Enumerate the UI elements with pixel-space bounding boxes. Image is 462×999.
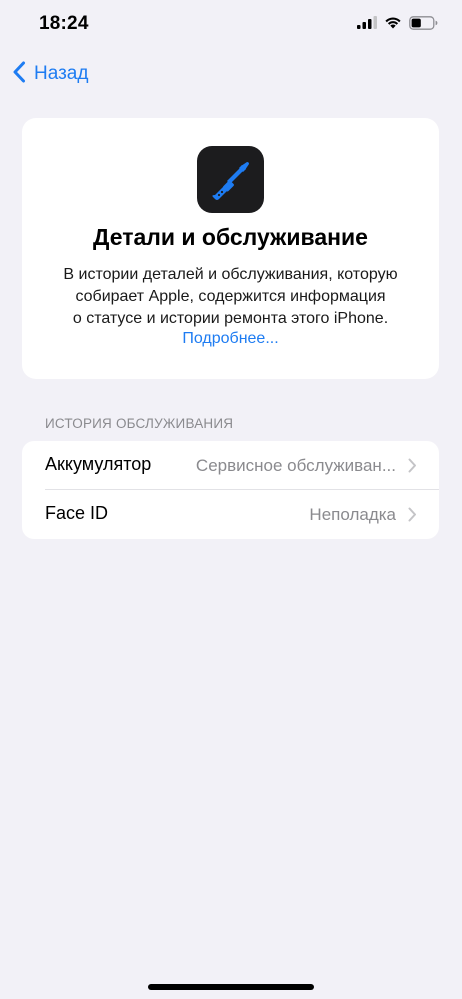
- card-description: В истории деталей и обслуживания, котору…: [40, 264, 421, 330]
- card-description-line: о статусе и истории ремонта этого iPhone…: [72, 310, 389, 327]
- row-label: Аккумулятор: [45, 454, 152, 474]
- back-button-label: Назад: [34, 63, 89, 84]
- learn-more-link[interactable]: Подробнее...: [22, 330, 439, 348]
- card-title: Детали и обслуживание: [93, 224, 368, 250]
- status-icons: [357, 15, 438, 35]
- status-bar: 18:24: [0, 0, 462, 50]
- cellular-signal-icon: [357, 16, 377, 34]
- row-value: Неполадка: [309, 505, 396, 524]
- service-history-list: Аккумулятор Сервисное обслуживан... Face…: [22, 441, 439, 539]
- card-description-line: В истории деталей и обслуживания, котору…: [63, 266, 398, 283]
- home-indicator[interactable]: [148, 984, 314, 990]
- service-history-header: ИСТОРИЯ ОБСЛУЖИВАНИЯ: [45, 416, 234, 431]
- battery-fill: [411, 18, 421, 27]
- parts-service-info-card: Детали и обслуживание В истории деталей …: [22, 118, 439, 379]
- screwdriver-icon: [197, 146, 264, 213]
- battery-icon: [409, 15, 438, 35]
- chevron-left-icon: [12, 61, 26, 88]
- chevron-right-icon: [408, 507, 417, 527]
- back-button[interactable]: Назад: [12, 60, 88, 88]
- chevron-right-icon: [408, 458, 417, 478]
- service-row-battery[interactable]: Аккумулятор Сервисное обслуживан...: [22, 441, 439, 490]
- row-label: Face ID: [45, 503, 109, 523]
- wifi-icon: [384, 16, 402, 34]
- status-time: 18:24: [39, 13, 89, 34]
- card-description-line: собирает Apple, содержится информация: [75, 288, 386, 305]
- row-value: Сервисное обслуживан...: [195, 456, 396, 475]
- service-row-face-id[interactable]: Face ID Неполадка: [22, 490, 439, 539]
